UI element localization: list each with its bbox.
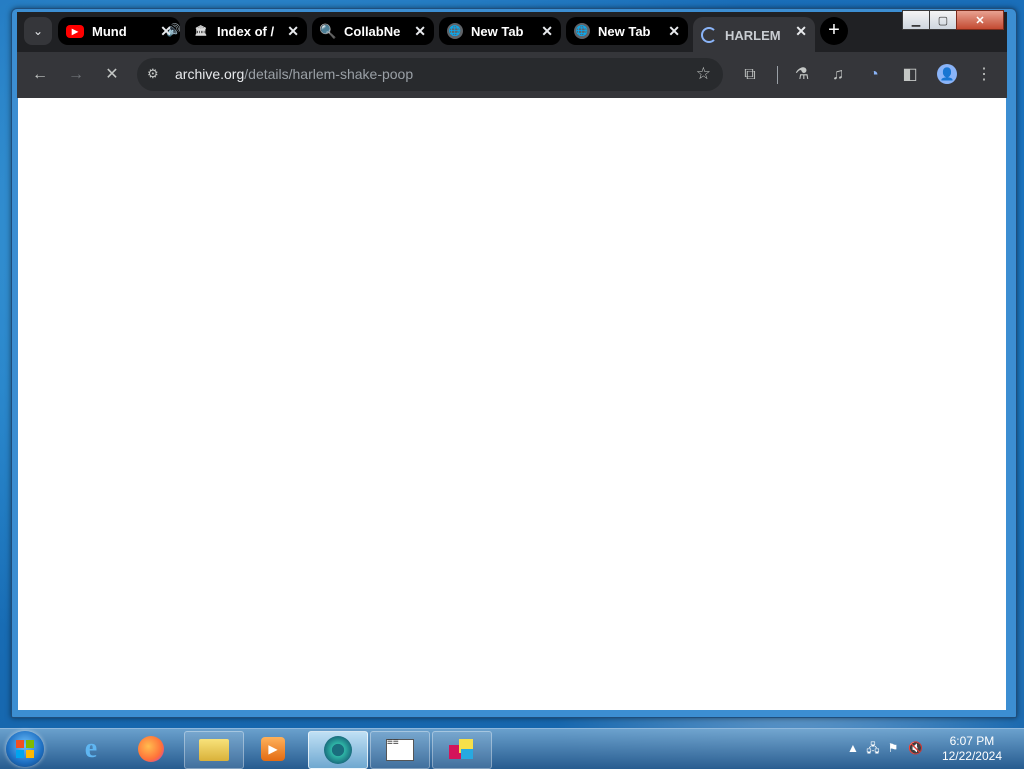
close-tab-icon[interactable]: ✕ xyxy=(287,23,299,40)
show-hidden-icons-icon[interactable]: ▲ xyxy=(846,741,860,755)
labs-flask-icon[interactable]: ⚗ xyxy=(791,64,813,86)
close-tab-icon[interactable]: ✕ xyxy=(160,23,172,40)
window-controls: ▁ ▢ ✕ xyxy=(902,10,1004,30)
site-info-icon[interactable]: ⚙ xyxy=(147,66,159,82)
chevron-down-icon: ⌄ xyxy=(32,24,44,38)
page-content-blank xyxy=(18,98,1006,710)
globe-icon: 🌐 xyxy=(574,23,590,39)
archive-icon: 🏛 xyxy=(194,25,208,37)
tab-youtube[interactable]: ▶ Mundo 🔊 ✕ xyxy=(58,17,180,45)
youtube-icon: ▶ xyxy=(66,24,84,38)
forward-arrow-icon[interactable]: → xyxy=(65,64,87,86)
internet-explorer-icon: e xyxy=(84,733,98,764)
system-tray: ▲ 🖧 ⚑ 🔇 6:07 PM 12/22/2024 xyxy=(834,729,1024,769)
tab-title: Index of / xyxy=(217,23,275,39)
media-queue-icon[interactable]: ♫ xyxy=(827,64,849,86)
notes-list-icon: ≡≡ xyxy=(386,738,414,761)
network-icon[interactable]: 🖧 xyxy=(866,741,880,755)
browser-taskbar-button[interactable] xyxy=(308,731,368,769)
downloads-icon[interactable]: ◔ xyxy=(863,64,885,86)
firefox-icon xyxy=(138,736,164,762)
maximize-button[interactable]: ▢ xyxy=(929,10,957,30)
tab-search-button[interactable]: ⌄ xyxy=(24,17,52,45)
close-tab-icon[interactable]: ✕ xyxy=(414,23,426,40)
close-tab-icon[interactable]: ✕ xyxy=(668,23,680,40)
url-host: archive.org xyxy=(175,66,245,82)
new-tab-button[interactable]: + xyxy=(820,17,848,45)
globe-icon: 🌐 xyxy=(447,23,463,39)
toolbar-separator xyxy=(777,66,778,84)
tab-strip: ⌄ ▶ Mundo 🔊 ✕ 🏛 Index of / ✕ 🔍 CollabNet… xyxy=(24,17,854,53)
close-tab-icon[interactable]: ✕ xyxy=(541,23,553,40)
tab-new-tab-2[interactable]: 🌐 New Tab ✕ xyxy=(566,17,688,45)
firefox-button[interactable] xyxy=(122,731,180,767)
action-center-flag-icon[interactable]: ⚑ xyxy=(886,741,900,755)
back-arrow-icon[interactable]: ← xyxy=(29,64,51,86)
bookmark-star-icon[interactable]: ☆ xyxy=(696,64,711,84)
profile-avatar-icon[interactable]: 👤 xyxy=(937,64,957,84)
tab-title: New Tab xyxy=(471,23,524,39)
clock-time: 6:07 PM xyxy=(949,734,995,748)
address-bar[interactable]: ⚙ archive.org/details/harlem-shake-poop … xyxy=(137,58,723,91)
windows-logo-icon xyxy=(16,740,34,758)
minimize-button[interactable]: ▁ xyxy=(902,10,930,30)
browser-app-icon xyxy=(324,736,352,764)
media-player-button[interactable]: ▶ xyxy=(244,731,302,767)
taskbar: e ▶ ≡≡ ▲ 🖧 ⚑ 🔇 6:07 PM 12/22/2024 xyxy=(0,728,1024,769)
internet-explorer-button[interactable]: e xyxy=(62,731,120,767)
tab-index-of[interactable]: 🏛 Index of / ✕ xyxy=(185,17,307,45)
tab-title: HARLEM S xyxy=(725,27,781,43)
notes-app-button[interactable]: ≡≡ xyxy=(370,731,430,769)
paint-app-button[interactable] xyxy=(432,731,492,769)
clock-date: 12/22/2024 xyxy=(941,749,1002,763)
search-icon: 🔍 xyxy=(319,22,337,39)
browser-toolbar: ← → ✕ ⚙ archive.org/details/harlem-shake… xyxy=(17,52,1007,98)
clock[interactable]: 6:07 PM 12/22/2024 xyxy=(942,734,1002,764)
url-text[interactable]: archive.org/details/harlem-shake-poop xyxy=(175,66,413,82)
stop-loading-icon[interactable]: ✕ xyxy=(101,64,123,86)
tab-new-tab-1[interactable]: 🌐 New Tab ✕ xyxy=(439,17,561,45)
close-window-button[interactable]: ✕ xyxy=(956,10,1004,30)
side-panel-icon[interactable]: ◧ xyxy=(899,64,921,86)
start-button[interactable] xyxy=(6,731,44,767)
url-path: /details/harlem-shake-poop xyxy=(244,66,414,82)
tab-title: Mundo xyxy=(92,23,126,39)
close-tab-icon[interactable]: ✕ xyxy=(795,23,807,40)
file-explorer-button[interactable] xyxy=(184,731,244,769)
tab-title: CollabNet xyxy=(344,23,400,39)
tab-harlem-active[interactable]: HARLEM S ✕ xyxy=(693,17,815,53)
tab-collabnet[interactable]: 🔍 CollabNet ✕ xyxy=(312,17,434,45)
color-palette-icon xyxy=(447,737,477,763)
folder-icon xyxy=(199,739,229,761)
volume-muted-icon[interactable]: 🔇 xyxy=(908,741,923,755)
menu-kebab-icon[interactable]: ⋮ xyxy=(973,64,995,86)
loading-icon xyxy=(701,27,717,43)
media-player-icon: ▶ xyxy=(261,737,285,761)
tab-title: New Tab xyxy=(598,23,651,39)
extensions-icon[interactable]: ⧉ xyxy=(739,64,761,86)
